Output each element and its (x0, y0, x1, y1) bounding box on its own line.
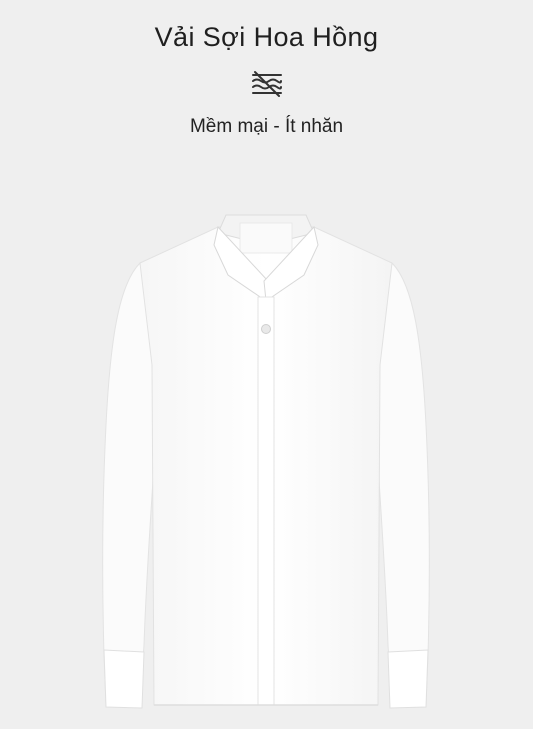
fabric-title: Vải Sợi Hoa Hồng (154, 22, 379, 52)
no-wrinkle-icon (252, 71, 282, 97)
fabric-features: Mềm mại - Ít nhăn (189, 116, 344, 137)
shirt-image (102, 214, 430, 709)
